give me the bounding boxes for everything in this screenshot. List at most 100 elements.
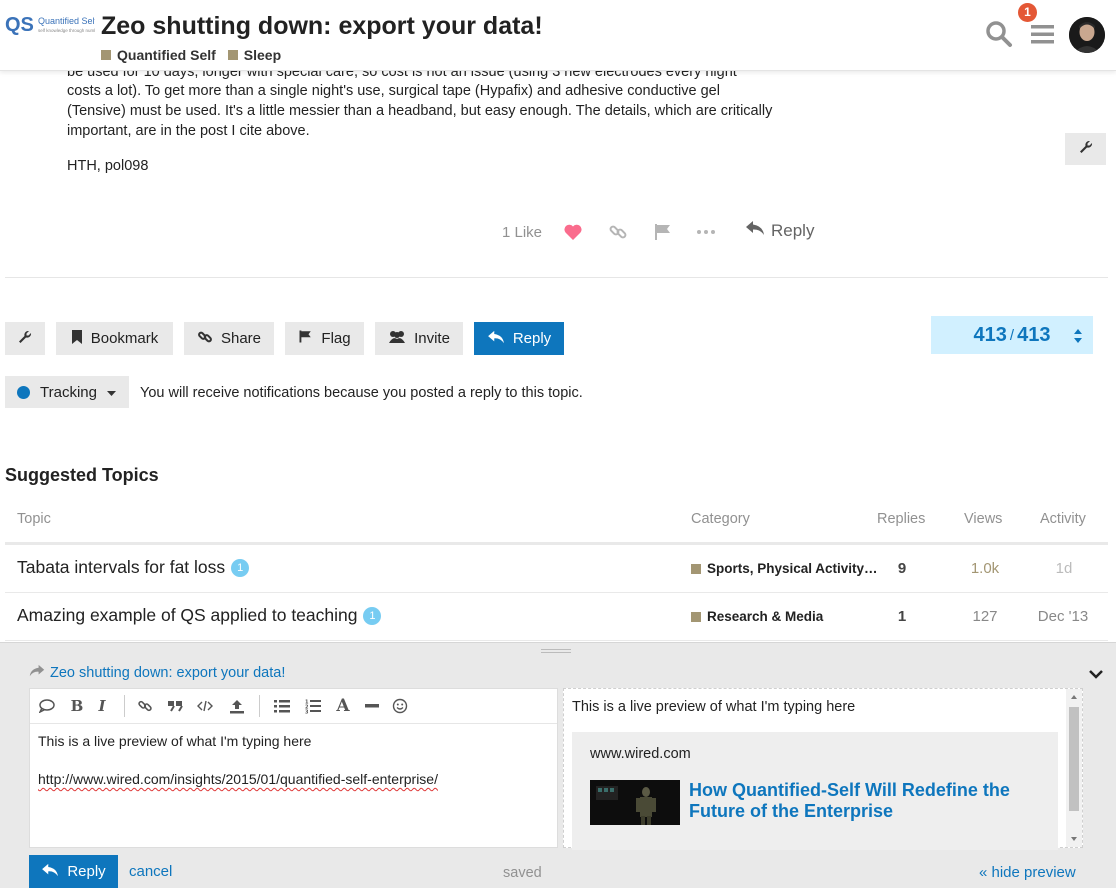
blockquote-icon[interactable] xyxy=(166,697,184,715)
onebox-title-link[interactable]: How Quantified-Self Will Redefine the Fu… xyxy=(689,780,1049,822)
hamburger-menu-icon[interactable] xyxy=(1029,20,1057,48)
category-color-swatch xyxy=(227,50,238,60)
scrollbar-thumb[interactable] xyxy=(1069,707,1079,811)
topic-reply-button[interactable]: Reply xyxy=(474,322,564,355)
invite-button[interactable]: Invite xyxy=(375,322,463,355)
svg-text:Quantified Self: Quantified Self xyxy=(38,16,95,26)
like-count[interactable]: 1 Like xyxy=(502,224,542,241)
composer-resize-grippie[interactable] xyxy=(541,649,571,653)
column-header-category: Category xyxy=(691,511,750,527)
bullet-list-icon[interactable] xyxy=(273,697,291,715)
post-body-line: costs a lot). To get more than a single … xyxy=(67,83,720,99)
notification-count-badge[interactable]: 1 xyxy=(1018,3,1037,22)
svg-text:QS: QS xyxy=(5,14,34,36)
notification-level-dropdown[interactable]: Tracking xyxy=(5,376,129,408)
flag-icon xyxy=(298,329,313,348)
draft-saved-status: saved xyxy=(503,865,542,881)
site-logo[interactable]: QS Quantified Self self knowledge throug… xyxy=(5,12,104,36)
topic-title[interactable]: Zeo shutting down: export your data! xyxy=(101,12,543,41)
scroll-down-arrow-icon[interactable] xyxy=(1066,834,1082,844)
unread-count-badge[interactable]: 1 xyxy=(231,558,250,577)
reply-composer: Zeo shutting down: export your data! B I xyxy=(0,642,1116,888)
caret-down-icon xyxy=(106,384,116,401)
post-admin-wrench-button[interactable] xyxy=(1065,133,1106,165)
flag-label: Flag xyxy=(321,330,351,347)
topic-link[interactable]: Tabata intervals for fat loss xyxy=(17,557,225,578)
editor-toolbar: B I 123 A xyxy=(30,689,557,724)
collapse-chevron-icon[interactable] xyxy=(1087,665,1105,683)
quote-bubble-icon[interactable] xyxy=(38,697,56,715)
emoji-smiley-icon[interactable] xyxy=(391,697,409,715)
heading-icon[interactable]: A xyxy=(334,696,352,716)
like-heart-icon[interactable] xyxy=(563,222,583,242)
link-icon[interactable] xyxy=(136,697,154,715)
bookmark-button[interactable]: Bookmark xyxy=(56,322,173,355)
category-label: Research & Media xyxy=(707,609,824,624)
horizontal-rule-icon[interactable] xyxy=(363,697,381,715)
column-header-replies[interactable]: Replies xyxy=(877,511,925,527)
activity-time[interactable]: 1d xyxy=(1040,560,1088,577)
expand-updown-icon xyxy=(1073,327,1083,350)
post-divider xyxy=(5,277,1108,278)
onebox-domain[interactable]: www.wired.com xyxy=(590,746,691,762)
topic-category[interactable]: Sports, Physical Activity… xyxy=(691,561,878,576)
composer-editor[interactable]: B I 123 A This is a live preview of what… xyxy=(29,688,558,848)
post-reply-button[interactable]: Reply xyxy=(745,220,814,241)
table-row: Amazing example of QS applied to teachin… xyxy=(17,605,382,626)
code-icon[interactable] xyxy=(196,697,214,715)
progress-current: 413 xyxy=(973,323,1007,346)
category-badge-quantified-self[interactable]: Quantified Self xyxy=(101,47,216,63)
flag-icon[interactable] xyxy=(653,222,673,242)
column-header-activity[interactable]: Activity xyxy=(1040,511,1086,527)
link-onebox-preview[interactable]: www.wired.com How Quantified-Self Will R… xyxy=(572,732,1058,850)
search-icon[interactable] xyxy=(985,20,1013,48)
user-avatar[interactable] xyxy=(1069,17,1105,53)
composer-submit-reply-button[interactable]: Reply xyxy=(29,855,118,888)
hide-preview-toggle[interactable]: « hide preview xyxy=(979,864,1076,881)
category-badge-sleep[interactable]: Sleep xyxy=(227,47,282,63)
row-divider xyxy=(5,640,1108,641)
suggested-topics-heading: Suggested Topics xyxy=(5,465,159,485)
views-count: 1.0k xyxy=(970,560,1000,577)
toolbar-separator xyxy=(124,695,125,717)
reply-label: Reply xyxy=(771,220,815,240)
site-header: QS Quantified Self self knowledge throug… xyxy=(0,0,1116,71)
category-color-swatch xyxy=(691,563,701,574)
upload-icon[interactable] xyxy=(228,697,246,715)
topic-progress-indicator[interactable]: 413 / 413 xyxy=(931,316,1093,354)
category-color-swatch xyxy=(101,50,111,60)
notification-level-label: Tracking xyxy=(40,383,97,401)
column-header-views[interactable]: Views xyxy=(964,511,1002,527)
share-button[interactable]: Share xyxy=(184,322,274,355)
reply-label: Reply xyxy=(67,863,106,880)
topic-link[interactable]: Amazing example of QS applied to teachin… xyxy=(17,605,357,626)
link-icon[interactable] xyxy=(608,222,628,242)
table-header-divider xyxy=(5,542,1108,545)
numbered-list-icon[interactable]: 123 xyxy=(304,697,322,715)
progress-separator: / xyxy=(1009,326,1015,344)
flag-button[interactable]: Flag xyxy=(285,322,364,355)
activity-time[interactable]: Dec '13 xyxy=(1030,608,1096,625)
tracking-dot-icon xyxy=(17,385,30,399)
toolbar-separator xyxy=(259,695,260,717)
replies-count: 1 xyxy=(897,608,907,625)
unread-count-badge[interactable]: 1 xyxy=(363,606,382,625)
table-row: Tabata intervals for fat loss 1 xyxy=(17,557,250,578)
reply-to-topic-title: Zeo shutting down: export your data! xyxy=(50,664,286,681)
link-icon xyxy=(197,329,213,349)
more-actions-icon[interactable] xyxy=(696,222,716,242)
topic-category[interactable]: Research & Media xyxy=(691,609,823,624)
reply-arrow-icon xyxy=(745,220,765,241)
preview-scrollbar[interactable] xyxy=(1066,689,1082,847)
reply-label: Reply xyxy=(512,330,552,347)
category-label: Sleep xyxy=(243,47,282,63)
composer-cancel-link[interactable]: cancel xyxy=(129,863,172,880)
invite-label: Invite xyxy=(414,330,450,347)
topic-admin-wrench-button[interactable] xyxy=(5,322,45,355)
italic-icon[interactable]: I xyxy=(93,697,111,715)
composer-reply-to[interactable]: Zeo shutting down: export your data! xyxy=(29,664,285,681)
composer-textarea[interactable]: This is a live preview of what I'm typin… xyxy=(38,732,438,789)
bold-icon[interactable]: B xyxy=(68,697,86,715)
preview-text-line: This is a live preview of what I'm typin… xyxy=(572,699,856,715)
scroll-up-arrow-icon[interactable] xyxy=(1066,692,1082,702)
